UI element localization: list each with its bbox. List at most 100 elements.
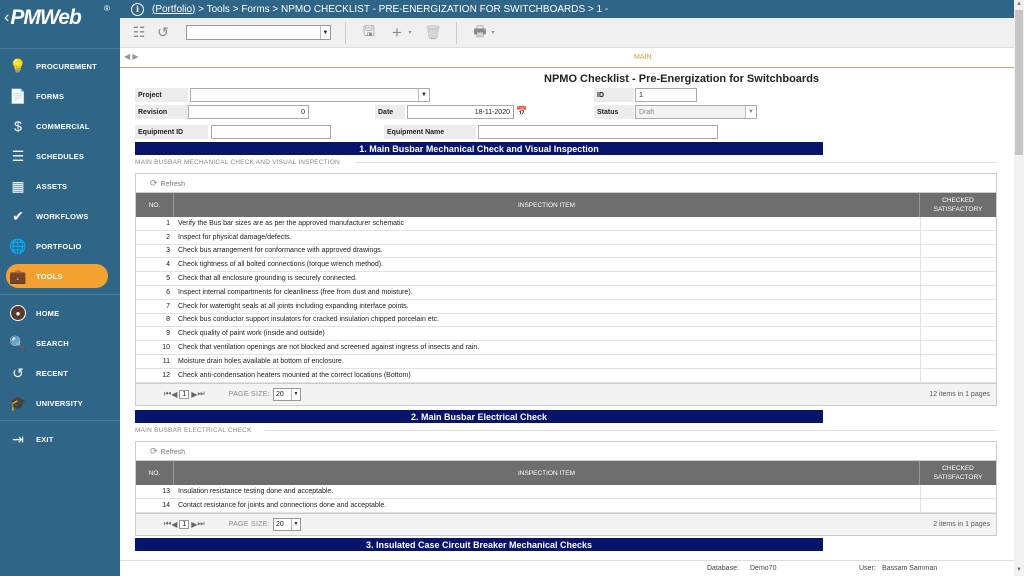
- column-header-no[interactable]: NO.: [136, 193, 174, 217]
- prev-page-icon[interactable]: ◀: [171, 520, 177, 529]
- checked-satisfactory-cell[interactable]: [920, 341, 996, 354]
- refresh-button[interactable]: ⟳ Refresh: [150, 446, 185, 457]
- chevron-down-icon[interactable]: ▼: [418, 89, 429, 101]
- sidebar-item-label: PROCUREMENT: [36, 61, 97, 71]
- scroll-down-icon[interactable]: ▼: [1016, 567, 1022, 573]
- status-field[interactable]: Draft ▼: [635, 105, 757, 119]
- section-1-grid: ⟳ Refresh NO. INSPECTION ITEM CHECKED SAT…: [135, 173, 997, 406]
- table-row[interactable]: 6 Inspect internal compartments for clean…: [136, 285, 996, 300]
- table-row[interactable]: 11 Moisture drain holes available at bott…: [136, 354, 996, 369]
- history-icon[interactable]: ↺: [154, 24, 172, 42]
- checked-satisfactory-cell[interactable]: [920, 313, 996, 327]
- table-row[interactable]: 4 Check tightness of all bolted connectio…: [136, 258, 996, 273]
- id-field[interactable]: 1: [635, 88, 697, 102]
- page-number[interactable]: 1: [179, 519, 190, 529]
- checked-satisfactory-cell[interactable]: [920, 217, 996, 230]
- column-header-inspection-item[interactable]: INSPECTION ITEM: [174, 461, 920, 485]
- checked-satisfactory-cell[interactable]: [920, 230, 996, 244]
- sidebar-item-schedules[interactable]: ☰ SCHEDULES: [0, 143, 120, 169]
- row-number: 1: [166, 219, 170, 227]
- delete-icon[interactable]: 🗑: [424, 24, 442, 42]
- print-icon[interactable]: 🖶: [471, 23, 489, 42]
- pager-nav: ⏮ ◀ 1 ▶ ⏭: [164, 389, 205, 399]
- sidebar-item-recent[interactable]: ↺ RECENT: [0, 360, 120, 386]
- scroll-up-icon[interactable]: ▲: [1016, 1, 1022, 7]
- sidebar-item-assets[interactable]: ▦ ASSETS: [0, 173, 120, 199]
- checked-satisfactory-cell[interactable]: [920, 299, 996, 313]
- checked-satisfactory-cell[interactable]: [920, 244, 996, 258]
- sidebar-item-label: WORKFLOWS: [36, 211, 89, 221]
- schedules-icon: ☰: [11, 147, 25, 164]
- page-size-select[interactable]: 20 ▼: [273, 517, 302, 531]
- column-header-inspection-item[interactable]: INSPECTION ITEM: [174, 193, 920, 217]
- breadcrumb-portfolio-link[interactable]: (Portfolio): [152, 4, 195, 15]
- checked-satisfactory-cell[interactable]: [920, 485, 996, 498]
- sidebar-item-forms[interactable]: 📄 FORMS: [0, 83, 120, 109]
- logo[interactable]: ‹ PMWeb ®: [0, 0, 120, 36]
- sidebar-item-commercial[interactable]: $ COMMERCIAL: [0, 113, 120, 139]
- table-row[interactable]: 5 Check that all enclosure grounding is s…: [136, 272, 996, 286]
- sidebar-divider: [0, 294, 120, 295]
- sidebar-item-university[interactable]: 🎓 UNIVERSITY: [0, 390, 120, 416]
- last-page-icon[interactable]: ⏭: [197, 389, 204, 399]
- grid-body: 13 Insulation resistance testing done and…: [136, 485, 996, 513]
- back-chevron-icon[interactable]: ‹: [4, 9, 9, 27]
- sidebar-item-tools[interactable]: 💼 TOOLS: [6, 264, 108, 288]
- project-field[interactable]: ▼: [190, 88, 430, 102]
- table-row[interactable]: 12 Check anti-condensation heaters mounte…: [136, 368, 996, 383]
- sidebar-item-home[interactable]: ● HOME: [0, 300, 120, 326]
- add-dropdown-icon[interactable]: ▾: [406, 24, 414, 42]
- chevron-down-icon[interactable]: ▼: [745, 106, 756, 118]
- checked-satisfactory-cell[interactable]: [920, 354, 996, 368]
- checked-satisfactory-cell[interactable]: [920, 498, 996, 512]
- table-row[interactable]: 3 Check bus arrangement for conformance w…: [136, 244, 996, 259]
- sidebar-item-procurement[interactable]: 💡 PROCUREMENT: [0, 53, 120, 79]
- row-number: 2: [166, 233, 170, 241]
- refresh-button[interactable]: ⟳ Refresh: [150, 178, 185, 189]
- assets-icon: ▦: [11, 177, 25, 194]
- save-icon[interactable]: 🖫: [360, 23, 378, 42]
- table-row[interactable]: 13 Insulation resistance testing done and…: [136, 485, 996, 499]
- sidebar-item-label: COMMERCIAL: [36, 121, 90, 131]
- checked-satisfactory-cell[interactable]: [920, 258, 996, 272]
- checked-satisfactory-cell[interactable]: [920, 368, 996, 382]
- equipment-name-field[interactable]: [478, 125, 718, 139]
- column-header-checked[interactable]: CHECKED SATISFACTORY: [920, 193, 996, 217]
- calendar-icon[interactable]: 📅: [516, 106, 527, 117]
- first-page-icon[interactable]: ⏮: [164, 389, 171, 399]
- last-page-icon[interactable]: ⏭: [197, 519, 204, 529]
- page-number[interactable]: 1: [179, 389, 190, 399]
- table-row[interactable]: 1 Verify the Bus bar sizes are as per the…: [136, 217, 996, 231]
- table-row[interactable]: 7 Check for watertight seals at all joint…: [136, 299, 996, 314]
- section-1-banner: 1. Main Busbar Mechanical Check and Visu…: [135, 142, 823, 155]
- first-page-icon[interactable]: ⏮: [164, 519, 171, 529]
- sidebar-item-portfolio[interactable]: 🌐 PORTFOLIO: [0, 233, 120, 259]
- tab-main[interactable]: MAIN: [634, 54, 652, 61]
- page-size-select[interactable]: 20 ▼: [273, 387, 302, 401]
- table-row[interactable]: 2 Inspect for physical damage/defects.: [136, 230, 996, 245]
- list-icon[interactable]: ☷: [130, 24, 148, 42]
- add-icon[interactable]: +: [388, 23, 406, 42]
- info-icon[interactable]: i: [131, 2, 144, 16]
- column-header-no[interactable]: NO.: [136, 461, 174, 485]
- vertical-scrollbar[interactable]: ▲ ▼: [1014, 0, 1024, 576]
- revision-field[interactable]: 0: [188, 105, 309, 119]
- checked-satisfactory-cell[interactable]: [920, 272, 996, 285]
- checked-satisfactory-cell[interactable]: [920, 285, 996, 299]
- sidebar-item-search[interactable]: 🔍 SEARCH: [0, 330, 120, 356]
- record-selector[interactable]: ▼: [186, 25, 331, 40]
- sidebar-item-workflows[interactable]: ✔ WORKFLOWS: [0, 203, 120, 229]
- date-field[interactable]: 18-11-2020: [407, 105, 514, 119]
- table-row[interactable]: 10 Check that ventilation openings are no…: [136, 341, 996, 355]
- column-header-checked[interactable]: CHECKED SATISFACTORY: [920, 461, 996, 485]
- table-row[interactable]: 8 Check bus conductor support insulators …: [136, 313, 996, 328]
- print-dropdown-icon[interactable]: ▾: [489, 24, 497, 42]
- prev-page-icon[interactable]: ◀: [171, 390, 177, 399]
- sidebar-item-exit[interactable]: ⇥ EXIT: [0, 426, 120, 452]
- tab-nav-arrows-icon[interactable]: ◀ ▶: [124, 52, 139, 61]
- table-row[interactable]: 9 Check quality of paint work (inside and…: [136, 327, 996, 342]
- scrollbar-thumb[interactable]: [1015, 10, 1023, 155]
- equipment-id-field[interactable]: [211, 125, 331, 139]
- checked-satisfactory-cell[interactable]: [920, 327, 996, 341]
- table-row[interactable]: 14 Contact resistance for joints and conn…: [136, 498, 996, 513]
